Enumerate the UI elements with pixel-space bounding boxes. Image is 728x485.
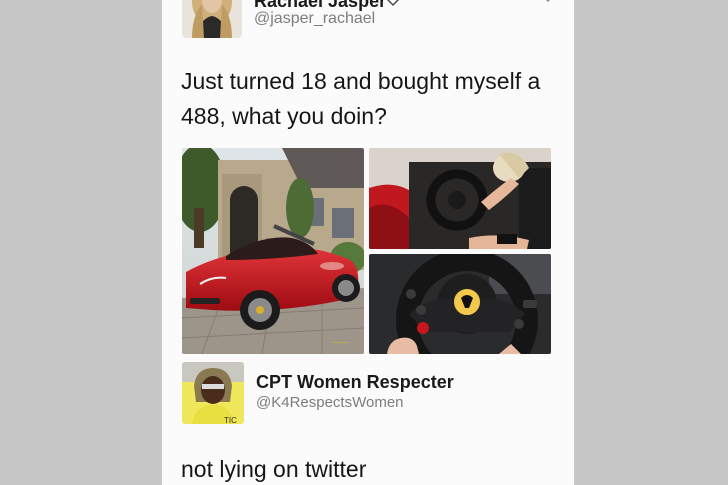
- tweet-card: Rachael Jasper @jasper_rachael Just turn…: [162, 0, 574, 485]
- reply-text: not lying on twitter: [181, 456, 367, 482]
- svg-text:TIC: TIC: [224, 416, 237, 424]
- svg-text:~~~: ~~~: [332, 338, 350, 349]
- tweet-photo-steering-wheel[interactable]: [369, 254, 551, 354]
- verified-heart-icon: [387, 0, 399, 6]
- chevron-down-icon[interactable]: [540, 0, 556, 4]
- tweet-photo-driver[interactable]: [369, 148, 551, 249]
- reply-author-handle[interactable]: @K4RespectsWomen: [256, 394, 404, 411]
- author-handle[interactable]: @jasper_rachael: [254, 10, 375, 28]
- reply-avatar[interactable]: TIC: [182, 362, 244, 424]
- author-avatar[interactable]: [182, 0, 242, 38]
- tweet-text: Just turned 18 and bought myself a 488, …: [181, 68, 541, 129]
- tweet-photo-car[interactable]: ~~~: [182, 148, 364, 354]
- reply-author-name[interactable]: CPT Women Respecter: [256, 372, 454, 393]
